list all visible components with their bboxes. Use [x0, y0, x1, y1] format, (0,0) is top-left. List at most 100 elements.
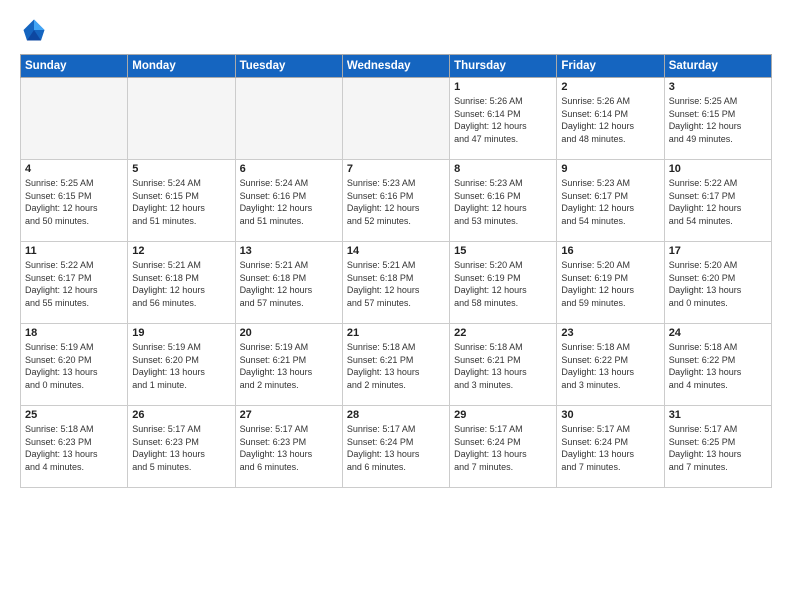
day-info: Sunrise: 5:18 AM Sunset: 6:21 PM Dayligh…: [454, 341, 552, 391]
day-cell: 22 Sunrise: 5:18 AM Sunset: 6:21 PM Dayli…: [450, 324, 557, 406]
day-number: 11: [25, 245, 123, 257]
day-number: 31: [669, 409, 767, 421]
day-cell: 23Sunrise: 5:18 AM Sunset: 6:22 PM Dayli…: [557, 324, 664, 406]
day-cell: [342, 78, 449, 160]
day-info: Sunrise: 5:23 AM Sunset: 6:17 PM Dayligh…: [561, 177, 659, 227]
day-info: Sunrise: 5:21 AM Sunset: 6:18 PM Dayligh…: [132, 259, 230, 309]
day-cell: 4 Sunrise: 5:25 AM Sunset: 6:15 PM Daylig…: [21, 160, 128, 242]
day-cell: 2 Sunrise: 5:26 AM Sunset: 6:14 PM Daylig…: [557, 78, 664, 160]
day-cell: 3Sunrise: 5:25 AM Sunset: 6:15 PM Daylig…: [664, 78, 771, 160]
day-number: 30: [561, 409, 659, 421]
day-cell: 24 Sunrise: 5:18 AM Sunset: 6:22 PM Dayli…: [664, 324, 771, 406]
day-cell: 5 Sunrise: 5:24 AM Sunset: 6:15 PM Daylig…: [128, 160, 235, 242]
day-info: Sunrise: 5:17 AM Sunset: 6:24 PM Dayligh…: [561, 423, 659, 473]
day-cell: 28 Sunrise: 5:17 AM Sunset: 6:24 PM Dayli…: [342, 406, 449, 488]
day-cell: 26 Sunrise: 5:17 AM Sunset: 6:23 PM Dayli…: [128, 406, 235, 488]
day-number: 7: [347, 163, 445, 175]
logo: [20, 16, 52, 44]
day-number: 19: [132, 327, 230, 339]
day-info: Sunrise: 5:22 AM Sunset: 6:17 PM Dayligh…: [25, 259, 123, 309]
day-number: 28: [347, 409, 445, 421]
day-number: 21: [347, 327, 445, 339]
day-cell: [235, 78, 342, 160]
day-cell: 11 Sunrise: 5:22 AM Sunset: 6:17 PM Dayli…: [21, 242, 128, 324]
day-cell: 13Sunrise: 5:21 AM Sunset: 6:18 PM Dayli…: [235, 242, 342, 324]
day-cell: 10Sunrise: 5:22 AM Sunset: 6:17 PM Dayli…: [664, 160, 771, 242]
day-info: Sunrise: 5:25 AM Sunset: 6:15 PM Dayligh…: [25, 177, 123, 227]
day-info: Sunrise: 5:19 AM Sunset: 6:20 PM Dayligh…: [132, 341, 230, 391]
day-cell: 27 Sunrise: 5:17 AM Sunset: 6:23 PM Dayli…: [235, 406, 342, 488]
day-number: 17: [669, 245, 767, 257]
header: [20, 16, 772, 44]
day-cell: 15 Sunrise: 5:20 AM Sunset: 6:19 PM Dayli…: [450, 242, 557, 324]
day-info: Sunrise: 5:23 AM Sunset: 6:16 PM Dayligh…: [454, 177, 552, 227]
day-number: 20: [240, 327, 338, 339]
weekday-friday: Friday: [557, 55, 664, 78]
day-number: 12: [132, 245, 230, 257]
day-number: 27: [240, 409, 338, 421]
day-info: Sunrise: 5:22 AM Sunset: 6:17 PM Dayligh…: [669, 177, 767, 227]
day-number: 1: [454, 81, 552, 93]
week-row-0: 1 Sunrise: 5:26 AM Sunset: 6:14 PM Daylig…: [21, 78, 772, 160]
day-info: Sunrise: 5:17 AM Sunset: 6:24 PM Dayligh…: [347, 423, 445, 473]
day-number: 2: [561, 81, 659, 93]
day-info: Sunrise: 5:17 AM Sunset: 6:24 PM Dayligh…: [454, 423, 552, 473]
day-number: 24: [669, 327, 767, 339]
weekday-tuesday: Tuesday: [235, 55, 342, 78]
day-info: Sunrise: 5:20 AM Sunset: 6:19 PM Dayligh…: [561, 259, 659, 309]
day-number: 4: [25, 163, 123, 175]
day-cell: [128, 78, 235, 160]
logo-icon: [20, 16, 48, 44]
day-number: 29: [454, 409, 552, 421]
week-row-2: 11 Sunrise: 5:22 AM Sunset: 6:17 PM Dayli…: [21, 242, 772, 324]
day-cell: [21, 78, 128, 160]
day-cell: 14 Sunrise: 5:21 AM Sunset: 6:18 PM Dayli…: [342, 242, 449, 324]
day-number: 22: [454, 327, 552, 339]
weekday-header-row: SundayMondayTuesdayWednesdayThursdayFrid…: [21, 55, 772, 78]
day-info: Sunrise: 5:17 AM Sunset: 6:25 PM Dayligh…: [669, 423, 767, 473]
day-info: Sunrise: 5:17 AM Sunset: 6:23 PM Dayligh…: [240, 423, 338, 473]
weekday-thursday: Thursday: [450, 55, 557, 78]
day-number: 18: [25, 327, 123, 339]
weekday-sunday: Sunday: [21, 55, 128, 78]
day-info: Sunrise: 5:18 AM Sunset: 6:23 PM Dayligh…: [25, 423, 123, 473]
day-number: 5: [132, 163, 230, 175]
day-info: Sunrise: 5:21 AM Sunset: 6:18 PM Dayligh…: [347, 259, 445, 309]
day-number: 15: [454, 245, 552, 257]
day-info: Sunrise: 5:26 AM Sunset: 6:14 PM Dayligh…: [454, 95, 552, 145]
page: SundayMondayTuesdayWednesdayThursdayFrid…: [0, 0, 792, 612]
day-number: 14: [347, 245, 445, 257]
day-number: 9: [561, 163, 659, 175]
day-cell: 29 Sunrise: 5:17 AM Sunset: 6:24 PM Dayli…: [450, 406, 557, 488]
day-info: Sunrise: 5:19 AM Sunset: 6:21 PM Dayligh…: [240, 341, 338, 391]
day-cell: 12 Sunrise: 5:21 AM Sunset: 6:18 PM Dayli…: [128, 242, 235, 324]
day-info: Sunrise: 5:17 AM Sunset: 6:23 PM Dayligh…: [132, 423, 230, 473]
day-cell: 17 Sunrise: 5:20 AM Sunset: 6:20 PM Dayli…: [664, 242, 771, 324]
day-number: 3: [669, 81, 767, 93]
day-number: 6: [240, 163, 338, 175]
day-cell: 21 Sunrise: 5:18 AM Sunset: 6:21 PM Dayli…: [342, 324, 449, 406]
day-info: Sunrise: 5:18 AM Sunset: 6:21 PM Dayligh…: [347, 341, 445, 391]
week-row-1: 4 Sunrise: 5:25 AM Sunset: 6:15 PM Daylig…: [21, 160, 772, 242]
day-info: Sunrise: 5:18 AM Sunset: 6:22 PM Dayligh…: [669, 341, 767, 391]
weekday-saturday: Saturday: [664, 55, 771, 78]
day-info: Sunrise: 5:20 AM Sunset: 6:20 PM Dayligh…: [669, 259, 767, 309]
day-number: 25: [25, 409, 123, 421]
week-row-3: 18 Sunrise: 5:19 AM Sunset: 6:20 PM Dayli…: [21, 324, 772, 406]
day-info: Sunrise: 5:24 AM Sunset: 6:16 PM Dayligh…: [240, 177, 338, 227]
day-cell: 7 Sunrise: 5:23 AM Sunset: 6:16 PM Daylig…: [342, 160, 449, 242]
day-info: Sunrise: 5:24 AM Sunset: 6:15 PM Dayligh…: [132, 177, 230, 227]
day-cell: 25 Sunrise: 5:18 AM Sunset: 6:23 PM Dayli…: [21, 406, 128, 488]
day-cell: 30 Sunrise: 5:17 AM Sunset: 6:24 PM Dayli…: [557, 406, 664, 488]
day-info: Sunrise: 5:23 AM Sunset: 6:16 PM Dayligh…: [347, 177, 445, 227]
day-cell: 20 Sunrise: 5:19 AM Sunset: 6:21 PM Dayli…: [235, 324, 342, 406]
day-number: 26: [132, 409, 230, 421]
weekday-monday: Monday: [128, 55, 235, 78]
day-cell: 6 Sunrise: 5:24 AM Sunset: 6:16 PM Daylig…: [235, 160, 342, 242]
day-number: 16: [561, 245, 659, 257]
day-info: Sunrise: 5:21 AM Sunset: 6:18 PM Dayligh…: [240, 259, 338, 309]
day-info: Sunrise: 5:26 AM Sunset: 6:14 PM Dayligh…: [561, 95, 659, 145]
day-info: Sunrise: 5:20 AM Sunset: 6:19 PM Dayligh…: [454, 259, 552, 309]
day-cell: 9 Sunrise: 5:23 AM Sunset: 6:17 PM Daylig…: [557, 160, 664, 242]
day-number: 23: [561, 327, 659, 339]
